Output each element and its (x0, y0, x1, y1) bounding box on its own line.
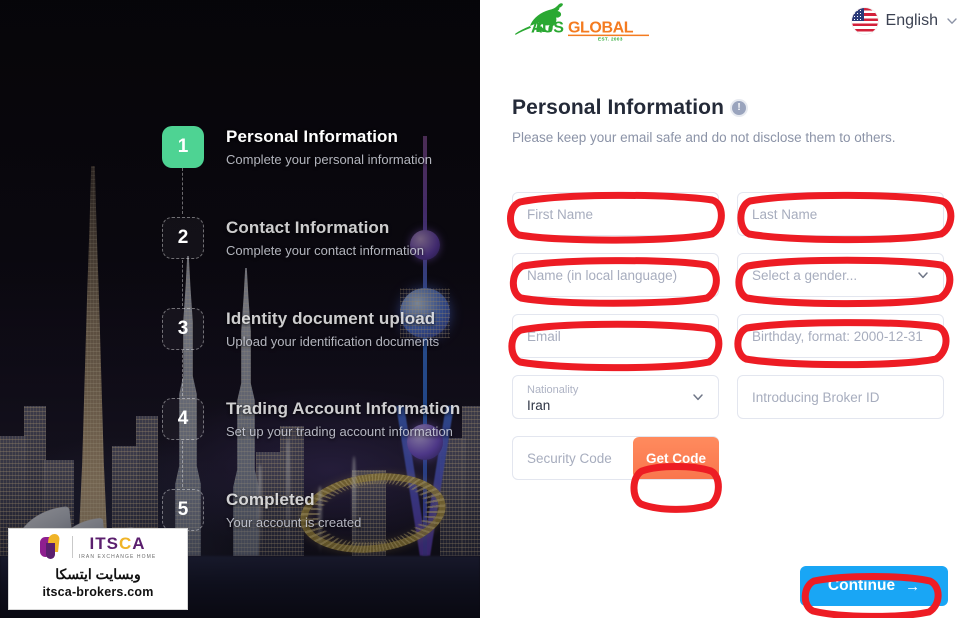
last-name-input[interactable]: Last Name (737, 192, 944, 236)
aus-global-logo: AUS GLOBAL EST. 2003 (510, 2, 660, 42)
svg-text:AUS: AUS (531, 20, 564, 37)
step-subtitle: Your account is created (226, 515, 362, 530)
form-row-nationality-broker: Nationality Iran Introducing Broker ID (512, 375, 944, 419)
form-row-email-birthday: Email Birthday, format: 2000-12-31 (512, 314, 944, 358)
birthday-field[interactable]: Birthday, format: 2000-12-31 (737, 314, 944, 358)
birthday-input[interactable]: Birthday, format: 2000-12-31 (737, 314, 944, 358)
first-name-input[interactable]: First Name (512, 192, 719, 236)
form-row-security-code: Security Code Get Code (512, 436, 944, 480)
step-title: Trading Account Information (226, 399, 461, 418)
email-field[interactable]: Email (512, 314, 719, 358)
itsca-watermark: ITSCA IRAN EXCHANGE HOME وبسایت ایتسکا i… (8, 528, 188, 610)
nationality-value: Iran (527, 398, 551, 414)
stepper-item-identity-document-upload[interactable]: 3 Identity document upload Upload your i… (162, 308, 439, 350)
nationality-label: Nationality (527, 384, 579, 397)
email-input[interactable]: Email (512, 314, 719, 358)
left-hero-panel: 1 Personal Information Complete your per… (0, 0, 480, 618)
continue-button-label: Continue (827, 577, 896, 594)
last-name-field[interactable]: Last Name (737, 192, 944, 236)
first-name-field[interactable]: First Name (512, 192, 719, 236)
watermark-tagline: IRAN EXCHANGE HOME (78, 553, 157, 560)
page-subtitle: Please keep your email safe and do not d… (512, 130, 896, 145)
arrow-right-icon: → (905, 577, 921, 595)
itsca-logo-icon (39, 534, 66, 560)
step-number-badge: 4 (162, 398, 204, 440)
stepper-item-personal-information[interactable]: 1 Personal Information Complete your per… (162, 126, 432, 168)
step-number-badge: 2 (162, 217, 204, 259)
continue-button[interactable]: Continue → (800, 566, 948, 606)
step-connector (182, 441, 183, 487)
gender-field[interactable]: Select a gender... (737, 253, 944, 297)
page-title: Personal Information (512, 96, 725, 119)
signup-screen: 1 Personal Information Complete your per… (0, 0, 974, 618)
broker-id-input[interactable]: Introducing Broker ID (737, 375, 944, 419)
watermark-brand-name: ITSCA (89, 533, 146, 553)
registration-stepper: 1 Personal Information Complete your per… (0, 0, 480, 618)
step-title: Personal Information (226, 127, 399, 146)
chevron-down-icon (916, 268, 930, 282)
registration-form-panel: AUS GLOBAL EST. 2003 English Personal In… (480, 0, 974, 618)
svg-text:GLOBAL: GLOBAL (568, 20, 634, 37)
broker-id-field[interactable]: Introducing Broker ID (737, 375, 944, 419)
step-title: Completed (226, 490, 315, 509)
gender-select-value: Select a gender... (752, 267, 858, 283)
watermark-persian-text: وبسایت ایتسکا (55, 566, 141, 582)
watermark-divider (71, 536, 73, 558)
step-subtitle: Upload your identification documents (226, 334, 440, 349)
chevron-down-icon (946, 15, 958, 27)
chevron-down-icon (691, 390, 705, 404)
step-connector (182, 168, 183, 214)
stepper-item-contact-information[interactable]: 2 Contact Information Complete your cont… (162, 217, 424, 259)
step-subtitle: Complete your personal information (226, 152, 432, 167)
language-selector[interactable]: English (851, 8, 958, 34)
step-title: Identity document upload (226, 309, 436, 328)
nationality-select[interactable]: Nationality Iran (512, 375, 719, 419)
watermark-url: itsca-brokers.com (42, 585, 154, 599)
local-name-field[interactable]: Name (in local language) (512, 253, 719, 297)
nationality-field[interactable]: Nationality Iran (512, 375, 719, 419)
stepper-item-completed[interactable]: 5 Completed Your account is created (162, 489, 361, 531)
top-bar: AUS GLOBAL EST. 2003 English (480, 0, 974, 46)
form-row-local-name-gender: Name (in local language) Select a gender… (512, 253, 944, 297)
step-subtitle: Set up your trading account information (226, 424, 453, 439)
step-number-badge: 5 (162, 489, 204, 531)
step-number-badge: 1 (162, 126, 204, 168)
us-flag-icon (851, 8, 878, 34)
personal-information-form: First Name Last Name Name (in local lang… (512, 192, 944, 480)
form-row-names: First Name Last Name (512, 192, 944, 236)
step-title: Contact Information (226, 218, 390, 237)
get-code-button[interactable]: Get Code (633, 437, 719, 479)
svg-text:EST. 2003: EST. 2003 (598, 37, 623, 42)
info-icon[interactable]: ! (732, 101, 747, 115)
language-label: English (885, 12, 938, 29)
step-connector (182, 350, 183, 396)
step-subtitle: Complete your contact information (226, 243, 424, 258)
local-name-input[interactable]: Name (in local language) (512, 253, 719, 297)
step-connector (182, 260, 183, 306)
stepper-item-trading-account-information[interactable]: 4 Trading Account Information Set up you… (162, 398, 460, 440)
step-number-badge: 3 (162, 308, 204, 350)
page-title-row: Personal Information ! (512, 96, 747, 120)
gender-select[interactable]: Select a gender... (737, 253, 944, 297)
